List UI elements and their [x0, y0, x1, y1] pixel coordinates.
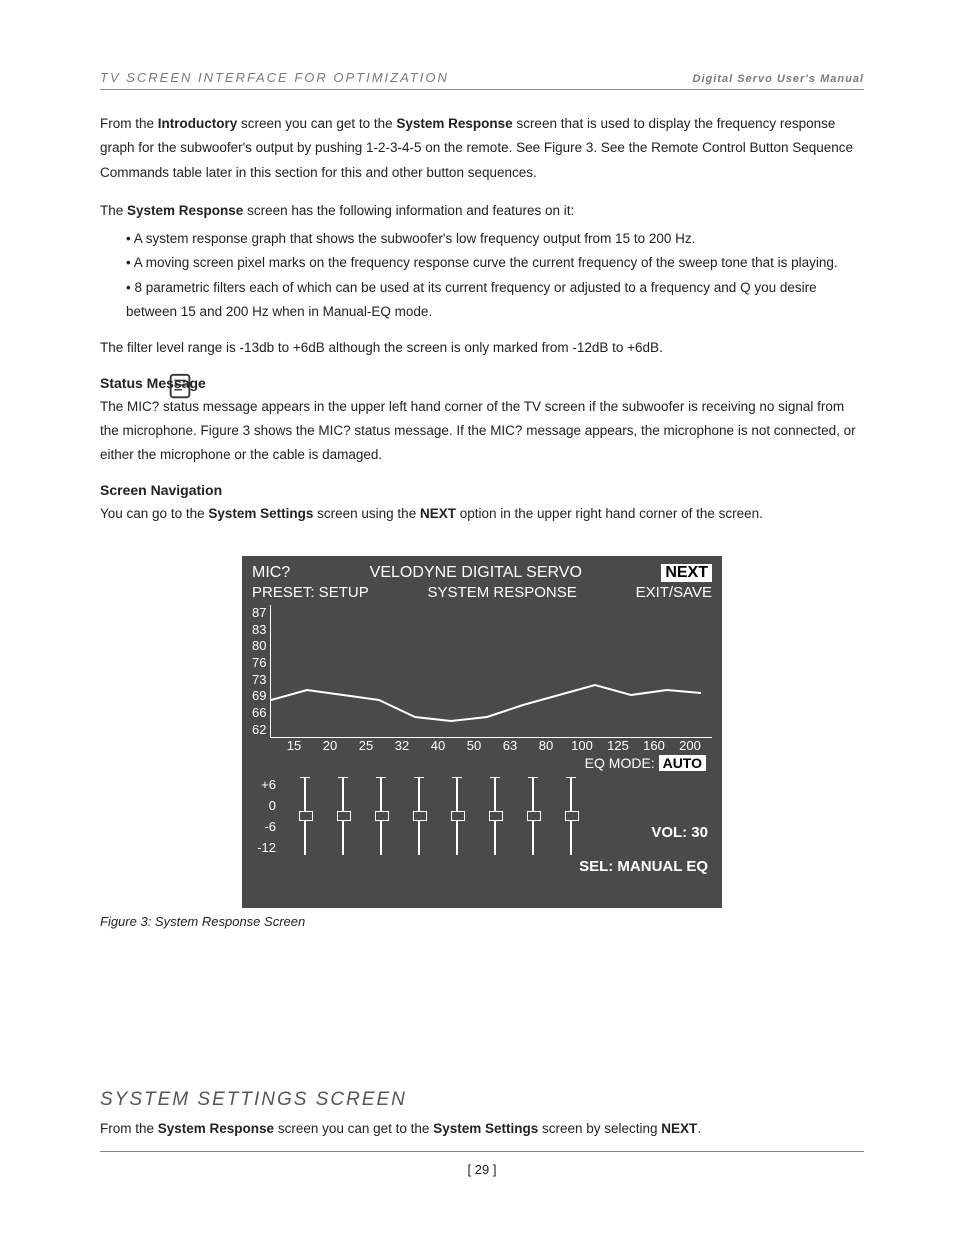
eq-slider[interactable] — [526, 777, 540, 855]
screen-nav-paragraph: You can go to the System Settings screen… — [100, 502, 864, 526]
eq-slider[interactable] — [564, 777, 578, 855]
eq-mode-value[interactable]: AUTO — [659, 755, 706, 771]
figure-caption: Figure 3: System Response Screen — [100, 914, 864, 929]
intro-paragraph: From the Introductory screen you can get… — [100, 112, 864, 185]
next-button[interactable]: NEXT — [661, 564, 712, 582]
bullet-item: • 8 parametric filters each of which can… — [126, 276, 864, 325]
graph-plot — [270, 605, 712, 738]
slider-scale-labels: +6 0 -6 -12 — [252, 777, 280, 855]
section-title: SYSTEM SETTINGS SCREEN — [100, 1089, 864, 1111]
volume-readout: VOL: 30 — [651, 824, 708, 841]
x-axis-labels: 15 20 25 32 40 50 63 80 100 125 160 200 — [276, 738, 712, 753]
features-bullets: • A system response graph that shows the… — [100, 227, 864, 324]
response-graph: 87 83 80 76 73 69 66 62 — [252, 605, 712, 738]
tv-screenshot: MIC? VELODYNE DIGITAL SERVO NEXT PRESET:… — [242, 556, 722, 908]
section2-paragraph: From the System Response screen you can … — [100, 1117, 864, 1141]
screen-nav-heading: Screen Navigation — [100, 482, 864, 498]
tv-title: VELODYNE DIGITAL SERVO — [370, 564, 582, 582]
preset-label: PRESET: SETUP — [252, 584, 369, 601]
eq-slider[interactable] — [450, 777, 464, 855]
status-message-paragraph: The MIC? status message appears in the u… — [100, 395, 864, 468]
page-header: TV SCREEN INTERFACE FOR OPTIMIZATION Dig… — [100, 70, 864, 90]
footer-rule — [100, 1151, 864, 1152]
mic-status: MIC? — [252, 564, 290, 582]
bullet-item: • A system response graph that shows the… — [126, 227, 864, 251]
eq-slider[interactable] — [488, 777, 502, 855]
eq-slider[interactable] — [298, 777, 312, 855]
header-right: Digital Servo User's Manual — [693, 73, 864, 85]
header-left: TV SCREEN INTERFACE FOR OPTIMIZATION — [100, 70, 449, 85]
selection-readout: SEL: MANUAL EQ — [579, 858, 708, 875]
status-message-heading: Status Message — [100, 375, 864, 391]
bullet-item: • A moving screen pixel marks on the fre… — [126, 251, 864, 275]
filter-range-paragraph: The filter level range is -13db to +6dB … — [100, 336, 864, 360]
page-number: [ 29 ] — [100, 1162, 864, 1177]
y-axis-labels: 87 83 80 76 73 69 66 62 — [252, 605, 270, 737]
features-lead: The System Response screen has the follo… — [100, 199, 864, 223]
eq-slider[interactable] — [412, 777, 426, 855]
exit-save-button[interactable]: EXIT/SAVE — [636, 584, 712, 601]
eq-sliders — [298, 777, 578, 855]
tv-subtitle: SYSTEM RESPONSE — [428, 584, 577, 601]
eq-slider[interactable] — [336, 777, 350, 855]
note-icon — [165, 371, 195, 401]
eq-slider[interactable] — [374, 777, 388, 855]
eq-mode-row: EQ MODE: AUTO — [252, 755, 712, 771]
response-curve — [271, 605, 701, 737]
